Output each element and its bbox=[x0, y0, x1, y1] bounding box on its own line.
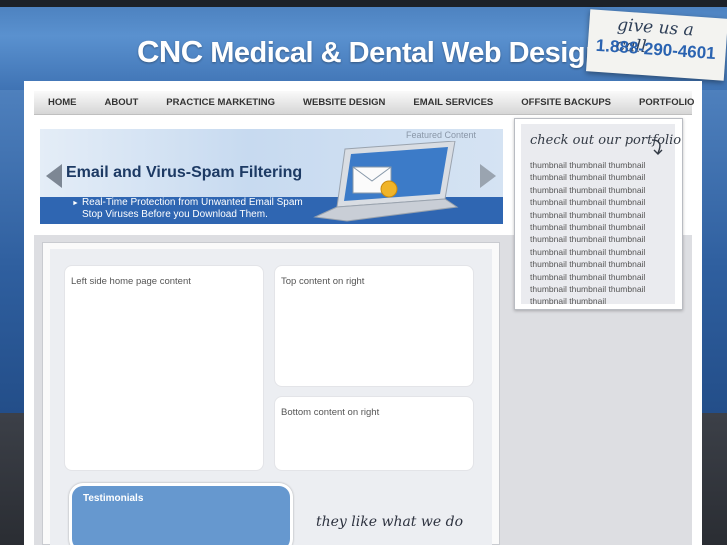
portfolio-thumbnail-link[interactable]: thumbnail bbox=[569, 210, 606, 220]
nav-item-website-design[interactable]: WEBSITE DESIGN bbox=[289, 91, 399, 115]
left-content-box: Left side home page content bbox=[64, 265, 264, 471]
banner-line-2: Stop Viruses Before you Download Them. bbox=[82, 209, 268, 220]
portfolio-thumbnail-link[interactable]: thumbnail bbox=[530, 234, 567, 244]
left-content-text: Left side home page content bbox=[71, 276, 191, 287]
portfolio-thumbnail-link[interactable]: thumbnail bbox=[608, 234, 645, 244]
main-nav: HOME ABOUT PRACTICE MARKETING WEBSITE DE… bbox=[34, 91, 694, 115]
portfolio-thumbnail-link[interactable]: thumbnail bbox=[530, 222, 567, 232]
featured-banner[interactable]: Featured Content Email and Virus-Spam Fi… bbox=[40, 129, 503, 224]
portfolio-thumbnail-link[interactable]: thumbnail bbox=[608, 210, 645, 220]
portfolio-thumbnail-link[interactable]: thumbnail bbox=[530, 185, 567, 195]
logo-brand: CNC bbox=[137, 34, 203, 69]
top-right-content-text: Top content on right bbox=[281, 276, 365, 287]
portfolio-thumbnail-link[interactable]: thumbnail bbox=[608, 185, 645, 195]
portfolio-thumbnail-link[interactable]: thumbnail bbox=[569, 247, 606, 257]
call-us-card: give us a call 1.888-290-4601 bbox=[586, 9, 727, 81]
portfolio-thumbnail-link[interactable]: thumbnail bbox=[530, 160, 567, 170]
banner-line-1: Real-Time Protection from Unwanted Email… bbox=[81, 197, 303, 208]
portfolio-thumbnail-link[interactable]: thumbnail bbox=[608, 172, 645, 182]
site-logo[interactable]: CNC Medical & Dental Web Design bbox=[137, 34, 603, 70]
portfolio-thumbnail-link[interactable]: thumbnail bbox=[530, 210, 567, 220]
portfolio-thumbnail-link[interactable]: thumbnail bbox=[608, 222, 645, 232]
portfolio-thumbnail-link[interactable]: thumbnail bbox=[530, 259, 567, 269]
portfolio-thumbnail-link[interactable]: thumbnail bbox=[608, 259, 645, 269]
testimonials-title: Testimonials bbox=[83, 493, 144, 504]
portfolio-thumbnail-link[interactable]: thumbnail bbox=[608, 284, 645, 294]
bottom-right-content-text: Bottom content on right bbox=[281, 407, 380, 418]
bullet-arrow-icon: ► bbox=[72, 200, 79, 207]
top-right-content-box: Top content on right bbox=[274, 265, 474, 387]
portfolio-thumbnail-link[interactable]: thumbnail bbox=[569, 234, 606, 244]
portfolio-thumbnail-link[interactable]: thumbnail bbox=[530, 172, 567, 182]
portfolio-thumbnail-link[interactable]: thumbnail bbox=[530, 197, 567, 207]
featured-label: Featured Content bbox=[406, 130, 477, 140]
portfolio-thumbnail-link[interactable]: thumbnail bbox=[569, 272, 606, 282]
portfolio-thumbnail-link[interactable]: thumbnail bbox=[530, 272, 567, 282]
portfolio-thumbnails: thumbnail thumbnail thumbnail thumbnail … bbox=[530, 159, 670, 308]
nav-item-offsite-backups[interactable]: OFFSITE BACKUPS bbox=[507, 91, 625, 115]
portfolio-thumbnail-link[interactable]: thumbnail bbox=[608, 247, 645, 257]
banner-subtitle: ► Real-Time Protection from Unwanted Emai… bbox=[72, 197, 332, 220]
portfolio-thumbnail-link[interactable]: thumbnail bbox=[569, 197, 606, 207]
nav-item-about[interactable]: ABOUT bbox=[91, 91, 153, 115]
portfolio-thumbnail-link[interactable]: thumbnail bbox=[530, 284, 567, 294]
nav-item-home[interactable]: HOME bbox=[34, 91, 91, 115]
portfolio-thumbnail-link[interactable]: thumbnail bbox=[569, 185, 606, 195]
portfolio-thumbnail-link[interactable]: thumbnail bbox=[530, 296, 567, 306]
nav-item-email-services[interactable]: EMAIL SERVICES bbox=[399, 91, 507, 115]
testimonials-tagline: they like what we do bbox=[316, 514, 463, 530]
nav-item-practice-marketing[interactable]: PRACTICE MARKETING bbox=[152, 91, 289, 115]
portfolio-thumbnail-link[interactable]: thumbnail bbox=[569, 160, 606, 170]
top-edge-bar bbox=[0, 0, 727, 7]
bottom-right-content-box: Bottom content on right bbox=[274, 396, 474, 471]
testimonials-panel: Testimonials bbox=[69, 483, 293, 545]
portfolio-thumbnail-link[interactable]: thumbnail bbox=[608, 272, 645, 282]
portfolio-thumbnail-link[interactable]: thumbnail bbox=[569, 284, 606, 294]
portfolio-thumbnail-link[interactable]: thumbnail bbox=[530, 247, 567, 257]
portfolio-thumbnail-link[interactable]: thumbnail bbox=[569, 259, 606, 269]
portfolio-thumbnail-link[interactable]: thumbnail bbox=[569, 296, 606, 306]
nav-item-portfolio[interactable]: PORTFOLIO bbox=[625, 91, 708, 115]
curved-arrow-icon bbox=[651, 139, 663, 155]
portfolio-thumbnail-link[interactable]: thumbnail bbox=[608, 160, 645, 170]
portfolio-thumbnail-link[interactable]: thumbnail bbox=[569, 222, 606, 232]
banner-title: Email and Virus-Spam Filtering bbox=[66, 164, 303, 181]
banner-next-arrow-icon[interactable] bbox=[480, 164, 496, 188]
portfolio-thumbnail-link[interactable]: thumbnail bbox=[569, 172, 606, 182]
portfolio-thumbnail-link[interactable]: thumbnail bbox=[608, 197, 645, 207]
banner-prev-arrow-icon[interactable] bbox=[46, 164, 62, 188]
logo-text: Medical & Dental Web Design bbox=[210, 37, 603, 69]
